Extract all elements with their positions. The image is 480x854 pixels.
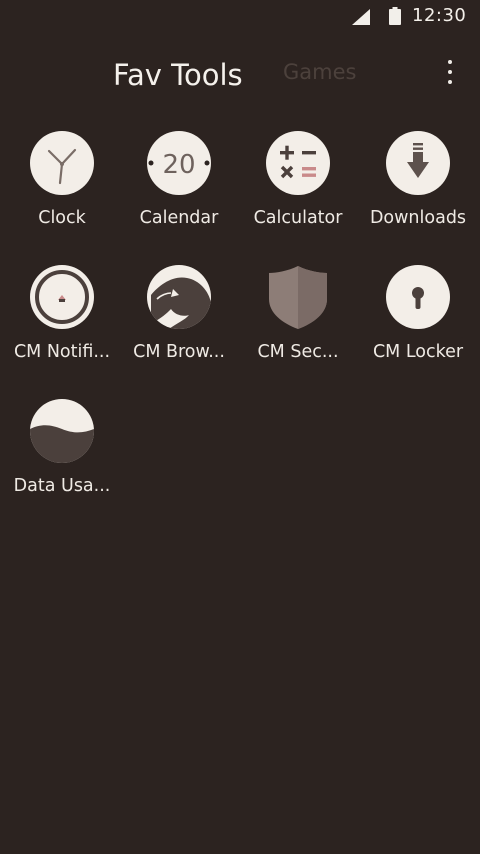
app-label: Calculator bbox=[253, 208, 343, 228]
app-cm-security[interactable]: CM Sec... bbox=[239, 265, 357, 385]
tab-games[interactable]: Games bbox=[283, 60, 356, 84]
app-data-usage[interactable]: Data Usa... bbox=[3, 399, 121, 519]
app-label: CM Sec... bbox=[257, 342, 339, 362]
app-calculator[interactable]: Calculator bbox=[239, 131, 357, 251]
app-cm-notifications[interactable]: CM Notifi... bbox=[3, 265, 121, 385]
status-bar: 12:30 bbox=[0, 0, 480, 34]
calculator-icon bbox=[266, 131, 330, 195]
calendar-icon: 20 bbox=[147, 131, 211, 195]
app-downloads[interactable]: Downloads bbox=[359, 131, 477, 251]
app-label: Downloads bbox=[369, 208, 467, 228]
app-label: Data Usa... bbox=[13, 476, 111, 496]
keyhole-icon bbox=[386, 265, 450, 329]
signal-icon bbox=[352, 9, 370, 25]
shield-icon bbox=[266, 265, 330, 329]
app-clock[interactable]: Clock bbox=[3, 131, 121, 251]
download-icon bbox=[386, 131, 450, 195]
overflow-menu-icon[interactable] bbox=[440, 58, 460, 86]
app-label: CM Locker bbox=[372, 342, 464, 362]
app-label: Calendar bbox=[139, 208, 219, 228]
calendar-date: 20 bbox=[162, 150, 195, 180]
clock-icon bbox=[30, 131, 94, 195]
app-label: Clock bbox=[38, 208, 86, 228]
app-cm-browser[interactable]: CM Brow... bbox=[120, 265, 238, 385]
app-calendar[interactable]: 20 Calendar bbox=[120, 131, 238, 251]
notification-icon bbox=[30, 265, 94, 329]
battery-icon bbox=[389, 7, 401, 25]
app-label: CM Brow... bbox=[133, 342, 225, 362]
app-cm-locker[interactable]: CM Locker bbox=[359, 265, 477, 385]
status-time: 12:30 bbox=[412, 5, 467, 26]
app-label: CM Notifi... bbox=[13, 342, 111, 362]
panther-icon bbox=[147, 265, 211, 329]
tab-fav-tools[interactable]: Fav Tools bbox=[113, 58, 243, 92]
data-usage-icon bbox=[30, 399, 94, 463]
